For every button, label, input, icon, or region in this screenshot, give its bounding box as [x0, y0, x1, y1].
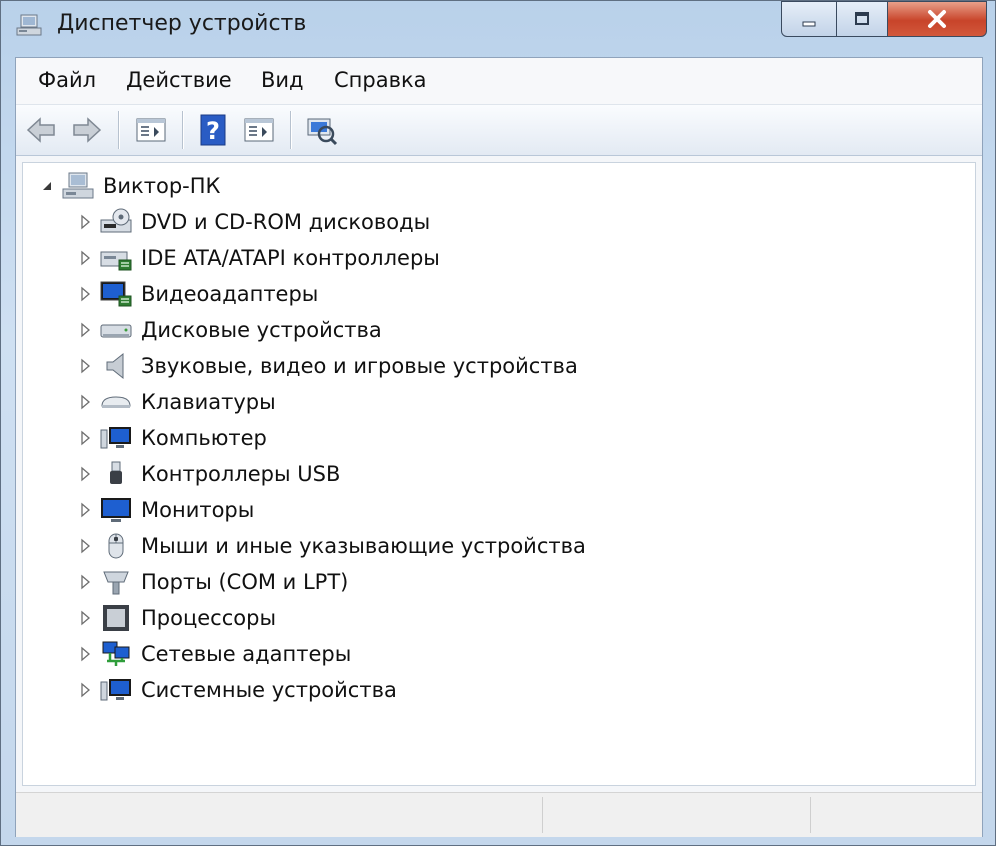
status-pane-divider: [542, 797, 543, 833]
disk-drive-icon: [100, 324, 132, 338]
expand-arrow-icon[interactable]: [77, 392, 93, 412]
toolbar-separator: [118, 111, 119, 149]
window-title: Диспетчер устройств: [57, 11, 307, 36]
status-pane-divider: [810, 797, 811, 833]
keyboard-icon: [101, 396, 131, 408]
device-manager-app-icon: [16, 14, 42, 36]
update-driver-icon[interactable]: [242, 113, 276, 147]
expand-arrow-icon[interactable]: [77, 320, 93, 340]
svg-text:?: ?: [206, 117, 220, 145]
tree-item[interactable]: Видеоадаптеры: [77, 277, 318, 311]
menu-file[interactable]: Файл: [38, 68, 96, 92]
usb-icon: [110, 461, 122, 484]
expand-arrow-icon[interactable]: [77, 284, 93, 304]
close-button[interactable]: [887, 1, 987, 37]
processor-icon: [103, 605, 129, 631]
tree-item-label: Контроллеры USB: [141, 462, 341, 486]
menu-action[interactable]: Действие: [126, 68, 232, 92]
tree-item[interactable]: Порты (COM и LPT): [77, 565, 348, 599]
tree-item[interactable]: Сетевые адаптеры: [77, 637, 351, 671]
expand-arrow-icon[interactable]: [77, 536, 93, 556]
tree-item-label: Дисковые устройства: [141, 318, 382, 342]
status-bar: [16, 792, 982, 837]
close-icon: [928, 10, 946, 28]
tree-item-label: Компьютер: [141, 426, 267, 450]
expand-arrow-icon[interactable]: [77, 608, 93, 628]
device-manager-window: Диспетчер устройств Файл Действие Вид Сп…: [0, 0, 996, 846]
toolbar-separator: [182, 111, 183, 149]
maximize-icon: [855, 12, 869, 25]
client-area: Файл Действие Вид Справка ? Виктор-ПК DV…: [15, 57, 983, 837]
system-devices-icon: [100, 679, 131, 701]
tree-item[interactable]: Дисковые устройства: [77, 313, 382, 347]
expand-arrow-icon[interactable]: [77, 500, 93, 520]
tree-item[interactable]: Клавиатуры: [77, 385, 276, 419]
properties-icon[interactable]: [134, 113, 168, 147]
tree-item-label: Мыши и иные указывающие устройства: [141, 534, 586, 558]
title-bar[interactable]: Диспетчер устройств: [1, 1, 995, 51]
scan-hardware-icon[interactable]: [304, 113, 338, 147]
network-adapter-icon: [102, 641, 130, 666]
toolbar-separator: [290, 111, 291, 149]
computer-icon: [100, 427, 131, 449]
expand-arrow-icon[interactable]: [77, 428, 93, 448]
tree-item[interactable]: Компьютер: [77, 421, 267, 455]
tree-root-label: Виктор-ПК: [103, 174, 221, 198]
menu-bar: Файл Действие Вид Справка: [16, 58, 982, 105]
expand-arrow-icon[interactable]: [77, 248, 93, 268]
menu-view[interactable]: Вид: [261, 68, 304, 92]
tree-item[interactable]: Системные устройства: [77, 673, 397, 707]
toolbar: ?: [16, 105, 982, 156]
dvd-drive-icon: [100, 208, 132, 233]
tree-item-label: Клавиатуры: [141, 390, 276, 414]
help-icon[interactable]: ?: [196, 113, 230, 147]
expand-arrow-icon[interactable]: [77, 572, 93, 592]
tree-item[interactable]: IDE ATA/ATAPI контроллеры: [77, 241, 440, 275]
tree-item-label: Мониторы: [141, 498, 255, 522]
ide-controller-icon: [100, 251, 132, 271]
maximize-button[interactable]: [836, 1, 888, 37]
expand-arrow-icon[interactable]: [77, 464, 93, 484]
tree-item[interactable]: Контроллеры USB: [77, 457, 340, 491]
mouse-icon: [108, 533, 124, 559]
expand-arrow-icon[interactable]: [77, 644, 93, 664]
tree-item-label: Видеоадаптеры: [141, 282, 319, 306]
device-tree: Виктор-ПК DVD и CD-ROM дисководы IDE ATA…: [22, 162, 976, 786]
collapse-arrow-icon[interactable]: [39, 176, 55, 196]
port-icon: [103, 571, 129, 595]
forward-icon[interactable]: [70, 113, 104, 147]
tree-item[interactable]: Мыши и иные указывающие устройства: [77, 529, 586, 563]
speaker-icon: [106, 352, 124, 380]
expand-arrow-icon[interactable]: [77, 212, 93, 232]
display-adapter-icon: [100, 281, 132, 307]
tree-item[interactable]: Звуковые, видео и игровые устройства: [77, 349, 578, 383]
minimize-button[interactable]: [781, 1, 837, 37]
tree-item[interactable]: Процессоры: [77, 601, 276, 635]
tree-item[interactable]: Мониторы: [77, 493, 254, 527]
tree-item-label: DVD и CD-ROM дисководы: [141, 210, 431, 234]
tree-item-label: Процессоры: [141, 606, 277, 630]
tree-root-node[interactable]: Виктор-ПК: [39, 169, 220, 203]
back-icon[interactable]: [24, 113, 58, 147]
tree-item[interactable]: DVD и CD-ROM дисководы: [77, 205, 430, 239]
tree-item-label: IDE ATA/ATAPI контроллеры: [141, 246, 440, 270]
monitor-icon: [101, 498, 131, 522]
computer-root-icon: [62, 172, 94, 199]
tree-item-label: Звуковые, видео и игровые устройства: [141, 354, 578, 378]
tree-item-label: Сетевые адаптеры: [141, 642, 352, 666]
expand-arrow-icon[interactable]: [77, 680, 93, 700]
tree-item-label: Порты (COM и LPT): [141, 570, 349, 594]
minimize-icon: [802, 21, 816, 27]
menu-help[interactable]: Справка: [334, 68, 427, 92]
expand-arrow-icon[interactable]: [77, 356, 93, 376]
tree-item-label: Системные устройства: [141, 678, 397, 702]
